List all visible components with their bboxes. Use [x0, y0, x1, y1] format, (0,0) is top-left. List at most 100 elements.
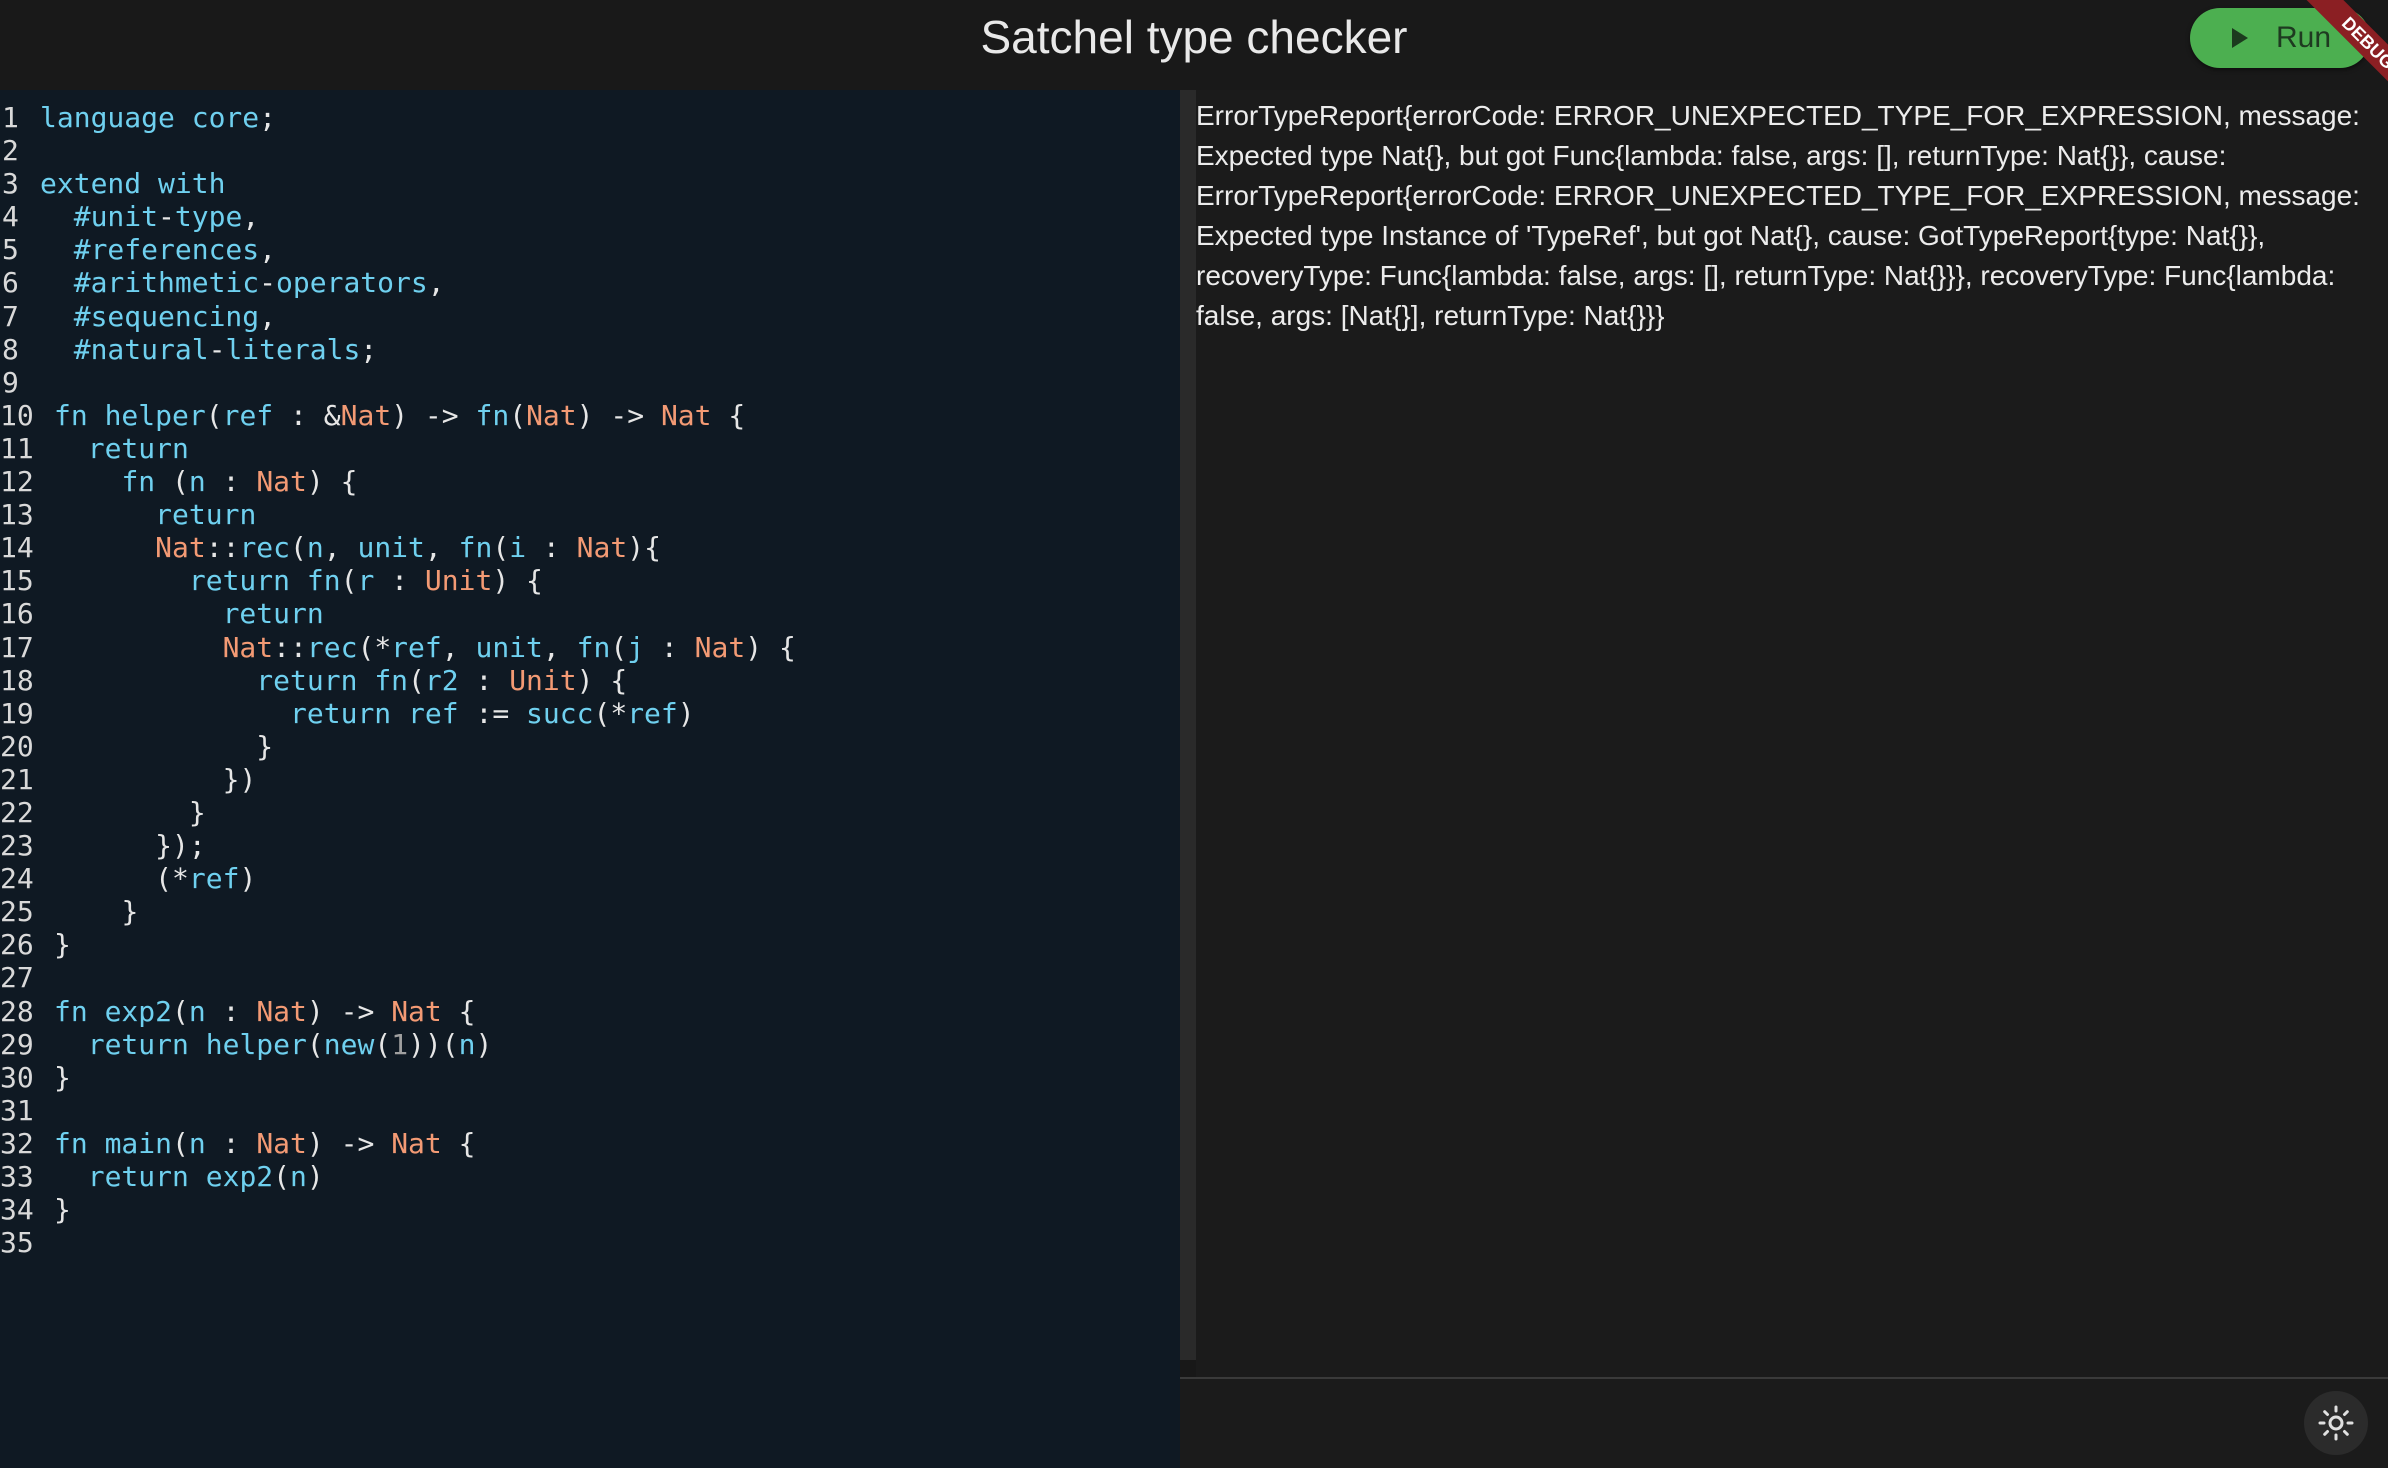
- code-line[interactable]: 20 }: [0, 730, 796, 763]
- code-line[interactable]: 7 #sequencing,: [0, 300, 796, 333]
- code-line[interactable]: 24 (*ref): [0, 862, 796, 895]
- code-line[interactable]: 27: [0, 961, 796, 994]
- code-line[interactable]: 34}: [0, 1193, 796, 1226]
- code-text: language core;: [40, 101, 277, 134]
- line-number: 7: [2, 299, 19, 333]
- code-line[interactable]: 5 #references,: [0, 233, 796, 266]
- line-number: 6: [2, 266, 19, 300]
- line-number: 17: [0, 630, 34, 664]
- code-line[interactable]: 31: [0, 1094, 796, 1127]
- line-number: 1: [2, 101, 19, 134]
- code-line[interactable]: 32 fn main(n : Nat) -> Nat {: [0, 1127, 796, 1160]
- code-text: }: [54, 928, 71, 962]
- code-line[interactable]: 14 Nat::rec(n, unit, fn(i : Nat){: [0, 531, 796, 564]
- code-text: }: [54, 1060, 71, 1094]
- line-number: 27: [0, 961, 34, 995]
- output-panel: ErrorTypeReport{errorCode: ERROR_UNEXPEC…: [1196, 90, 2388, 1468]
- code-text: #references,: [73, 233, 277, 267]
- code-line[interactable]: 19 return ref := succ(*ref): [0, 697, 796, 730]
- code-line[interactable]: 26}: [0, 928, 796, 961]
- code-line[interactable]: 33 return exp2(n): [0, 1160, 796, 1193]
- code-line[interactable]: 35: [0, 1226, 796, 1259]
- code-line[interactable]: 28 fn exp2(n : Nat) -> Nat {: [0, 995, 796, 1028]
- code-lines[interactable]: 1 language core; 2 3 extend with 4 #unit-type…: [0, 101, 796, 1259]
- code-text: return helper(new(1))(n): [87, 1027, 493, 1061]
- line-number: 14: [0, 531, 34, 565]
- line-number: 15: [0, 564, 34, 598]
- code-text: });: [155, 829, 206, 863]
- code-text: return fn(r2 : Unit) {: [256, 663, 628, 697]
- code-line[interactable]: 16 return: [0, 597, 796, 630]
- code-line[interactable]: 15 return fn(r : Unit) {: [0, 564, 796, 597]
- code-line[interactable]: 12 fn (n : Nat) {: [0, 465, 796, 498]
- line-number: 21: [0, 762, 34, 796]
- code-line[interactable]: 8 #natural-literals;: [0, 333, 796, 366]
- bottom-bar: [1180, 1377, 2388, 1468]
- code-line[interactable]: 2: [0, 134, 796, 167]
- code-line[interactable]: 17 Nat::rec(*ref, unit, fn(j : Nat) {: [0, 631, 796, 664]
- code-text: return exp2(n): [87, 1160, 324, 1193]
- code-text: }: [54, 1193, 71, 1227]
- line-number: 25: [0, 895, 34, 929]
- line-number: 24: [0, 862, 34, 896]
- code-line[interactable]: 25 }: [0, 895, 796, 928]
- line-number: 26: [0, 928, 34, 962]
- line-number: 3: [2, 167, 19, 201]
- code-text: }: [256, 729, 274, 763]
- code-line[interactable]: 30}: [0, 1061, 796, 1094]
- code-text: #unit-type,: [73, 200, 260, 234]
- code-text: fn (n : Nat) {: [121, 465, 358, 499]
- split-divider[interactable]: [1180, 90, 1196, 1360]
- code-text: Nat::rec(*ref, unit, fn(j : Nat) {: [222, 630, 796, 664]
- code-line[interactable]: 21 }): [0, 763, 796, 796]
- code-line[interactable]: 13 return: [0, 498, 796, 531]
- line-number: 34: [0, 1193, 34, 1227]
- code-text: fn exp2(n : Nat) -> Nat {: [54, 994, 476, 1028]
- code-text: return: [155, 498, 257, 532]
- line-number: 5: [2, 233, 19, 267]
- code-line[interactable]: 10 fn helper(ref : &Nat) -> fn(Nat) -> Na…: [0, 399, 796, 432]
- code-text: #arithmetic-operators,: [73, 266, 445, 300]
- code-text: return ref := succ(*ref): [290, 696, 695, 730]
- line-number: 4: [2, 200, 19, 234]
- code-line[interactable]: 9: [0, 366, 796, 399]
- play-icon: [2232, 28, 2248, 48]
- line-number: 9: [2, 365, 19, 399]
- line-number: 31: [0, 1093, 34, 1127]
- line-number: 35: [0, 1226, 34, 1260]
- line-number: 30: [0, 1060, 34, 1094]
- code-text: fn helper(ref : &Nat) -> fn(Nat) -> Nat …: [54, 398, 746, 432]
- code-text: return: [87, 431, 189, 465]
- code-line[interactable]: 1 language core;: [0, 101, 796, 134]
- code-line[interactable]: 22 }: [0, 796, 796, 829]
- code-text: #natural-literals;: [73, 332, 378, 366]
- code-editor[interactable]: 1 language core; 2 3 extend with 4 #unit-type…: [0, 90, 1180, 1468]
- code-line[interactable]: 4 #unit-type,: [0, 200, 796, 233]
- line-number: 2: [2, 134, 19, 168]
- code-text: (*ref): [155, 862, 257, 896]
- code-text: }: [188, 795, 206, 829]
- line-number: 20: [0, 729, 34, 763]
- line-number: 32: [0, 1126, 34, 1160]
- code-text: return: [222, 597, 324, 631]
- code-line[interactable]: 29 return helper(new(1))(n): [0, 1028, 796, 1061]
- app-window: Satchel type checker Run DEBUG 1 language…: [0, 0, 2388, 1468]
- app-bar: Satchel type checker Run DEBUG: [0, 0, 2388, 116]
- code-text: return fn(r : Unit) {: [188, 564, 543, 598]
- line-number: 19: [0, 696, 34, 730]
- line-number: 13: [0, 498, 34, 532]
- line-number: 23: [0, 829, 34, 863]
- code-line[interactable]: 23 });: [0, 829, 796, 862]
- code-line[interactable]: 6 #arithmetic-operators,: [0, 266, 796, 299]
- type-check-output: ErrorTypeReport{errorCode: ERROR_UNEXPEC…: [1196, 100, 2368, 331]
- line-number: 8: [2, 332, 19, 366]
- theme-toggle-button[interactable]: [2304, 1391, 2368, 1455]
- code-line[interactable]: 11 return: [0, 432, 796, 465]
- sun-icon: [2318, 1405, 2354, 1441]
- line-number: 22: [0, 795, 34, 829]
- code-text: #sequencing,: [73, 299, 277, 333]
- code-text: }: [121, 895, 139, 929]
- code-line[interactable]: 3 extend with: [0, 167, 796, 200]
- code-line[interactable]: 18 return fn(r2 : Unit) {: [0, 664, 796, 697]
- line-number: 18: [0, 663, 34, 697]
